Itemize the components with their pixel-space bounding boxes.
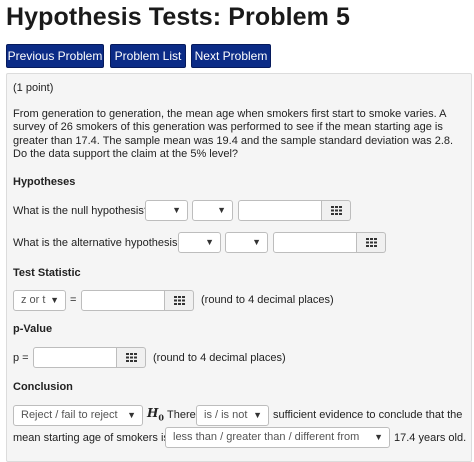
is-is-not-select[interactable]: is / is not ▼ <box>196 405 269 426</box>
hypotheses-heading: Hypotheses <box>13 176 76 188</box>
caret-down-icon: ▼ <box>253 410 262 420</box>
caret-down-icon: ▼ <box>172 205 181 215</box>
conclusion-text-3: 17.4 years old. <box>394 432 467 444</box>
alt-variable-select[interactable]: ▼ <box>178 232 221 253</box>
comparison-select-value: less than / greater than / different fro… <box>173 431 360 443</box>
reject-select[interactable]: Reject / fail to reject ▼ <box>13 405 143 426</box>
test-statistic-hint: (round to 4 decimal places) <box>201 294 334 306</box>
caret-down-icon: ▼ <box>252 237 261 247</box>
null-value-input[interactable] <box>238 200 322 221</box>
test-statistic-keyboard-button[interactable] <box>165 290 194 311</box>
keyboard-icon <box>173 296 185 305</box>
p-value-input[interactable] <box>33 347 117 368</box>
is-is-not-select-value: is / is not <box>204 409 248 421</box>
null-operator-select[interactable]: ▼ <box>192 200 233 221</box>
comparison-select[interactable]: less than / greater than / different fro… <box>165 427 390 448</box>
null-keyboard-button[interactable] <box>322 200 351 221</box>
conclusion-heading: Conclusion <box>13 381 73 393</box>
alt-keyboard-button[interactable] <box>357 232 386 253</box>
next-problem-button[interactable]: Next Problem <box>191 44 271 68</box>
caret-down-icon: ▼ <box>127 410 136 420</box>
alternative-hypothesis-label: What is the alternative hypothesis? <box>13 237 184 249</box>
h0-symbol: H0 <box>147 406 164 423</box>
caret-down-icon: ▼ <box>50 295 59 305</box>
points-label: (1 point) <box>13 82 54 94</box>
null-hypothesis-label: What is the null hypothesis? <box>13 205 150 217</box>
p-value-heading: p-Value <box>13 323 53 335</box>
null-variable-select[interactable]: ▼ <box>145 200 188 221</box>
caret-down-icon: ▼ <box>217 205 226 215</box>
problem-list-button[interactable]: Problem List <box>110 44 186 68</box>
page-title: Hypothesis Tests: Problem 5 <box>6 3 350 31</box>
keyboard-icon <box>125 353 137 362</box>
problem-text: From generation to generation, the mean … <box>13 108 454 160</box>
conclusion-text-1: sufficient evidence to conclude that the <box>273 409 463 421</box>
alt-operator-select[interactable]: ▼ <box>225 232 268 253</box>
z-or-t-select[interactable]: z or t ▼ <box>13 290 66 311</box>
reject-select-value: Reject / fail to reject <box>21 409 118 421</box>
p-value-keyboard-button[interactable] <box>117 347 146 368</box>
previous-problem-button[interactable]: Previous Problem <box>6 44 104 68</box>
caret-down-icon: ▼ <box>374 432 383 442</box>
equals-sign: = <box>70 294 77 306</box>
p-value-hint: (round to 4 decimal places) <box>153 352 286 364</box>
keyboard-icon <box>330 206 342 215</box>
alt-value-input[interactable] <box>273 232 357 253</box>
caret-down-icon: ▼ <box>205 237 214 247</box>
test-statistic-heading: Test Statistic <box>13 267 81 279</box>
keyboard-icon <box>365 238 377 247</box>
there-text: There <box>167 409 196 421</box>
conclusion-text-2: mean starting age of smokers is <box>13 432 169 444</box>
z-or-t-select-value: z or t <box>21 294 46 306</box>
test-statistic-input[interactable] <box>81 290 165 311</box>
p-equals-label: p = <box>13 352 29 364</box>
